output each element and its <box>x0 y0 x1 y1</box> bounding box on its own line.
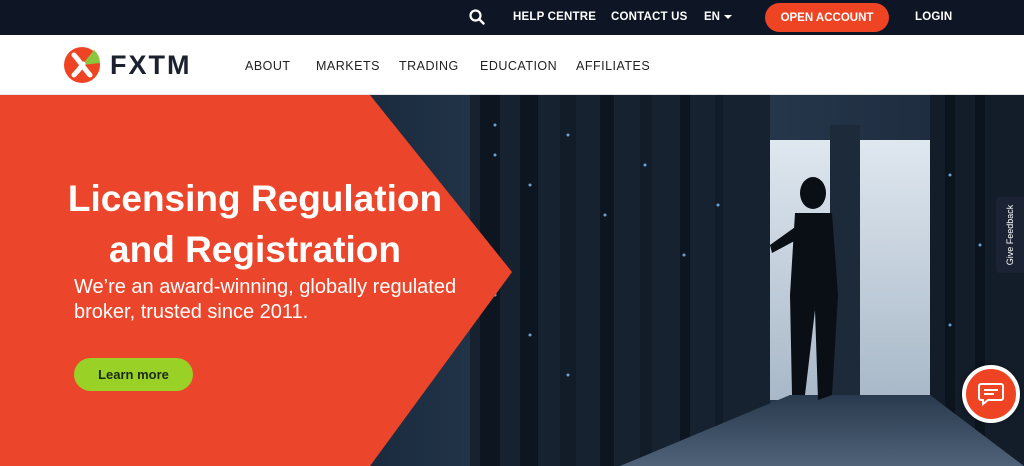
contact-us-link[interactable]: CONTACT US <box>611 11 688 23</box>
hero-banner: Licensing Regulation and Registration We… <box>0 95 1024 466</box>
main-navigation: FXTM ABOUT MARKETS TRADING EDUCATION AFF… <box>0 35 1024 95</box>
nav-item-education[interactable]: EDUCATION <box>480 59 557 73</box>
chevron-down-icon <box>723 14 732 19</box>
give-feedback-tab[interactable]: Give Feedback <box>996 197 1024 273</box>
hero-title: Licensing Regulation and Registration <box>40 173 470 275</box>
search-icon[interactable] <box>469 9 485 25</box>
chat-bubble-icon <box>978 383 1004 406</box>
nav-item-trading[interactable]: TRADING <box>399 59 459 73</box>
hero-title-line-1: Licensing Regulation <box>67 178 443 219</box>
hero-title-line-2: and Registration <box>109 229 401 270</box>
hero-subtitle: We’re an award-winning, globally regulat… <box>74 275 474 325</box>
hero-subtitle-line-1: We’re an award-winning, globally regulat… <box>74 276 457 298</box>
hero-subtitle-line-2: broker, trusted since 2011. <box>74 301 309 323</box>
open-account-button[interactable]: OPEN ACCOUNT <box>765 3 889 32</box>
chat-button[interactable] <box>962 365 1020 423</box>
language-label: EN <box>704 11 720 23</box>
nav-item-about[interactable]: ABOUT <box>245 59 291 73</box>
nav-item-markets[interactable]: MARKETS <box>316 59 380 73</box>
help-centre-link[interactable]: HELP CENTRE <box>513 11 596 23</box>
top-utility-bar: HELP CENTRE CONTACT US EN OPEN ACCOUNT L… <box>0 0 1024 35</box>
learn-more-button[interactable]: Learn more <box>74 358 193 391</box>
login-link[interactable]: LOGIN <box>915 11 952 23</box>
logo-text: FXTM <box>110 49 192 80</box>
fxtm-logo[interactable]: FXTM <box>64 47 192 83</box>
give-feedback-label: Give Feedback <box>1005 204 1015 266</box>
fxtm-logo-icon <box>64 47 100 83</box>
language-selector[interactable]: EN <box>704 11 732 23</box>
nav-item-affiliates[interactable]: AFFILIATES <box>576 59 650 73</box>
